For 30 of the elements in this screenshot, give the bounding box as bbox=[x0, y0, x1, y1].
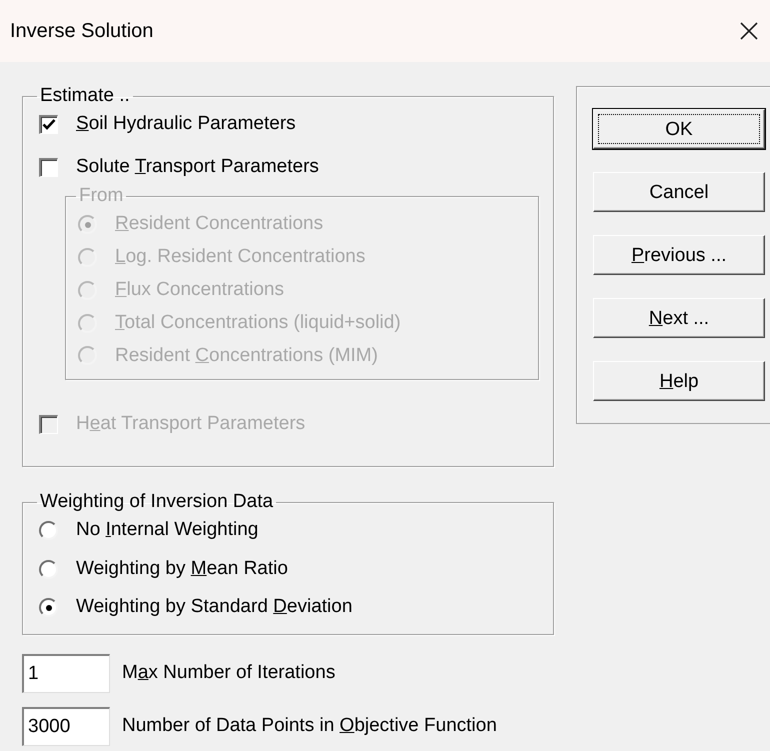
number-field[interactable]: 3000 bbox=[22, 707, 110, 746]
checkbox[interactable] bbox=[39, 114, 58, 134]
dialog-button[interactable]: Cancel bbox=[593, 172, 765, 212]
field-label: Max Number of Iterations bbox=[122, 661, 336, 686]
field-label: Number of Data Points in Objective Function bbox=[122, 714, 497, 738]
close-icon[interactable] bbox=[740, 22, 758, 40]
checkbox-label: Solute Transport Parameters bbox=[76, 156, 319, 178]
dialog-button[interactable]: Previous ... bbox=[593, 235, 765, 275]
dialog-button[interactable]: Help bbox=[593, 361, 765, 401]
radio-button[interactable] bbox=[39, 520, 58, 540]
radio-button[interactable] bbox=[39, 560, 58, 579]
radio-label: Weighting by Mean Ratio bbox=[76, 558, 288, 580]
radio-label: Log. Resident Concentrations bbox=[115, 246, 366, 269]
checkbox[interactable] bbox=[39, 158, 58, 177]
checkbox-label: Soil Hydraulic Parameters bbox=[76, 112, 296, 136]
radio-label: Weighting by Standard Deviation bbox=[76, 596, 352, 620]
group-label: From bbox=[79, 185, 124, 206]
radio-label: Resident Concentrations (MIM) bbox=[115, 344, 378, 368]
radio-label: No Internal Weighting bbox=[76, 518, 258, 542]
dialog-button[interactable]: OK bbox=[593, 109, 765, 149]
radio-label: Total Concentrations (liquid+solid) bbox=[115, 312, 401, 335]
dialog-button[interactable]: Next ... bbox=[593, 298, 765, 338]
radio-label: Resident Concentrations bbox=[115, 213, 324, 236]
radio-label: Flux Concentrations bbox=[115, 278, 284, 302]
checkbox-label: Heat Transport Parameters bbox=[76, 413, 306, 436]
number-field[interactable]: 1 bbox=[22, 654, 110, 693]
window-title: Inverse Solution bbox=[10, 19, 154, 44]
radio-button[interactable] bbox=[39, 598, 58, 618]
group-label: Estimate .. bbox=[40, 85, 130, 106]
group-label: Weighting of Inversion Data bbox=[40, 491, 274, 512]
